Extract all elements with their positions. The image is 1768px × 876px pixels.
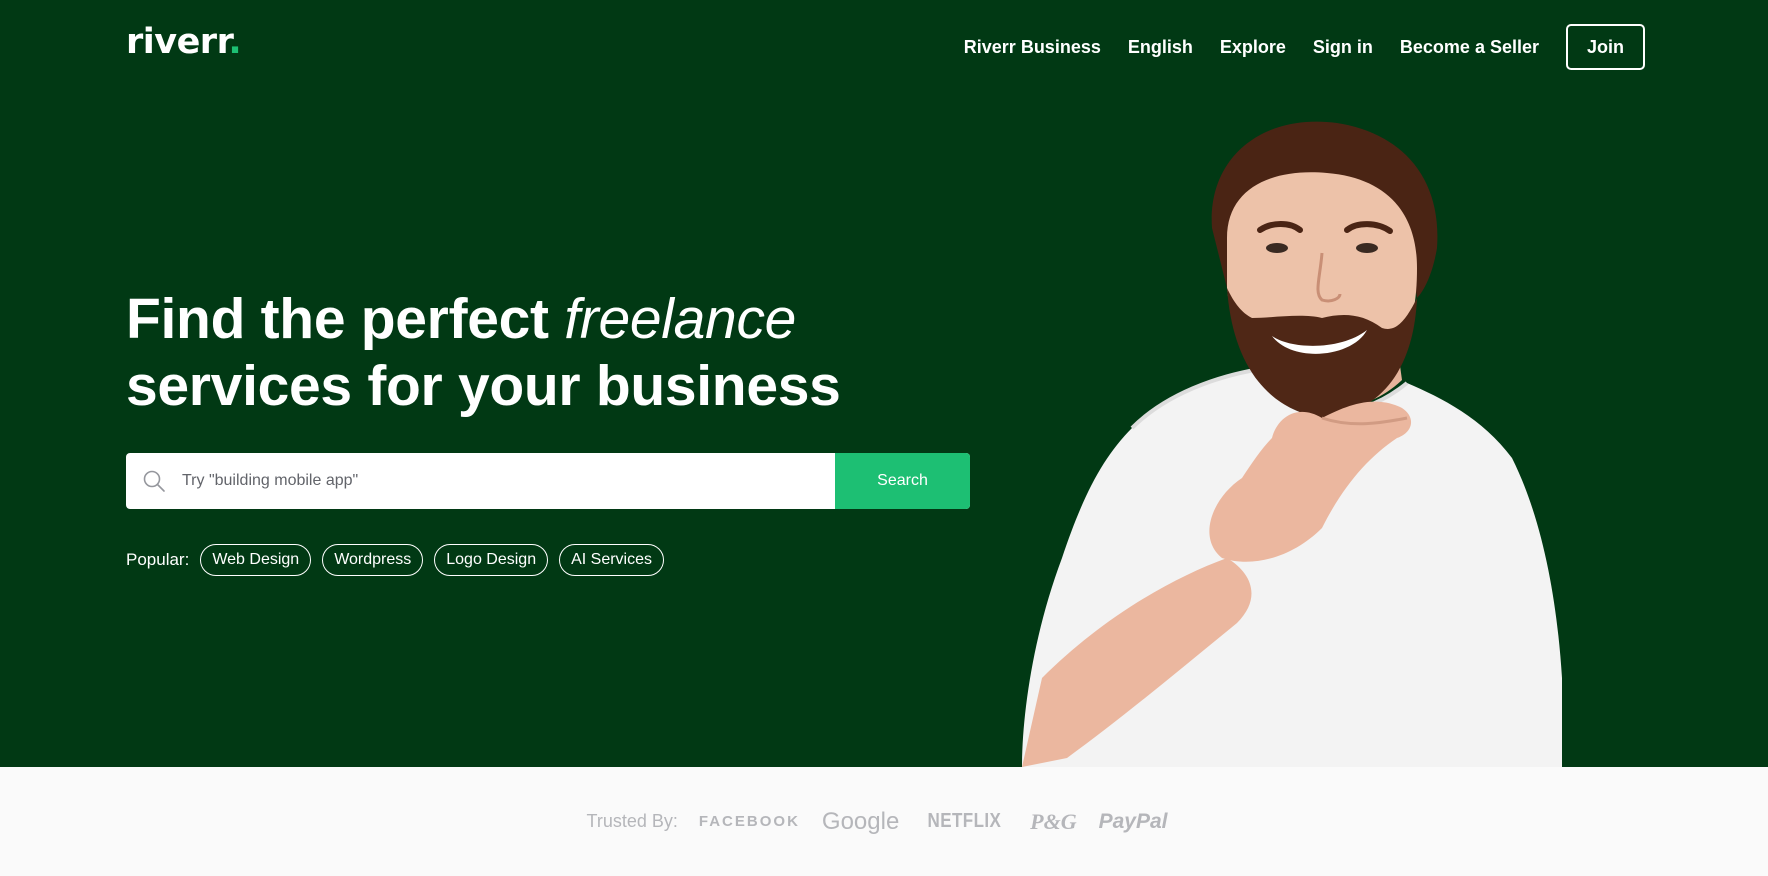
search-bar: Search bbox=[126, 453, 970, 509]
headline-italic: freelance bbox=[564, 287, 797, 351]
nav-explore[interactable]: Explore bbox=[1220, 37, 1286, 58]
nav-become-seller[interactable]: Become a Seller bbox=[1400, 37, 1539, 58]
logo-text: riverr bbox=[126, 22, 229, 62]
trusted-by-label: Trusted By: bbox=[586, 811, 678, 831]
brand-netflix-logo: NETFLIX bbox=[927, 810, 1002, 832]
popular-tag-wordpress[interactable]: Wordpress bbox=[322, 544, 424, 576]
popular-label: Popular: bbox=[126, 550, 190, 569]
hero-section: riverr. Riverr Business English Explore … bbox=[0, 0, 1768, 767]
search-icon bbox=[126, 453, 182, 509]
logo[interactable]: riverr. bbox=[126, 22, 242, 62]
brand-facebook-logo: FACEBOOK bbox=[698, 813, 800, 830]
trusted-by-bar: Trusted By: FACEBOOK Google NETFLIX P&G … bbox=[0, 767, 1768, 876]
headline-part1: Find the perfect bbox=[126, 287, 565, 351]
brand-paypal-logo: PayPal bbox=[1098, 809, 1168, 833]
popular-tags: Popular: Web Design Wordpress Logo Desig… bbox=[126, 544, 675, 576]
logo-dot: . bbox=[228, 22, 242, 62]
join-button[interactable]: Join bbox=[1565, 24, 1645, 70]
nav-menu: Riverr Business English Explore Sign in … bbox=[964, 24, 1645, 70]
nav-language[interactable]: English bbox=[1128, 37, 1193, 58]
popular-tag-logo-design[interactable]: Logo Design bbox=[434, 544, 549, 576]
nav-sign-in[interactable]: Sign in bbox=[1313, 37, 1373, 58]
top-navigation: riverr. Riverr Business English Explore … bbox=[0, 0, 1768, 95]
search-button[interactable]: Search bbox=[835, 453, 970, 509]
popular-tag-web-design[interactable]: Web Design bbox=[200, 544, 312, 576]
brand-pg-logo: P&G bbox=[1030, 808, 1077, 834]
hero-headline: Find the perfect freelance services for … bbox=[126, 286, 841, 420]
trusted-by-content: Trusted By: FACEBOOK Google NETFLIX P&G … bbox=[587, 808, 1168, 836]
search-input[interactable] bbox=[182, 453, 835, 509]
brand-google-logo: Google bbox=[821, 807, 900, 835]
headline-line2: services for your business bbox=[126, 354, 841, 418]
nav-riverr-business[interactable]: Riverr Business bbox=[964, 37, 1101, 58]
hero-person-image bbox=[1022, 121, 1562, 767]
popular-tag-ai-services[interactable]: AI Services bbox=[559, 544, 665, 576]
